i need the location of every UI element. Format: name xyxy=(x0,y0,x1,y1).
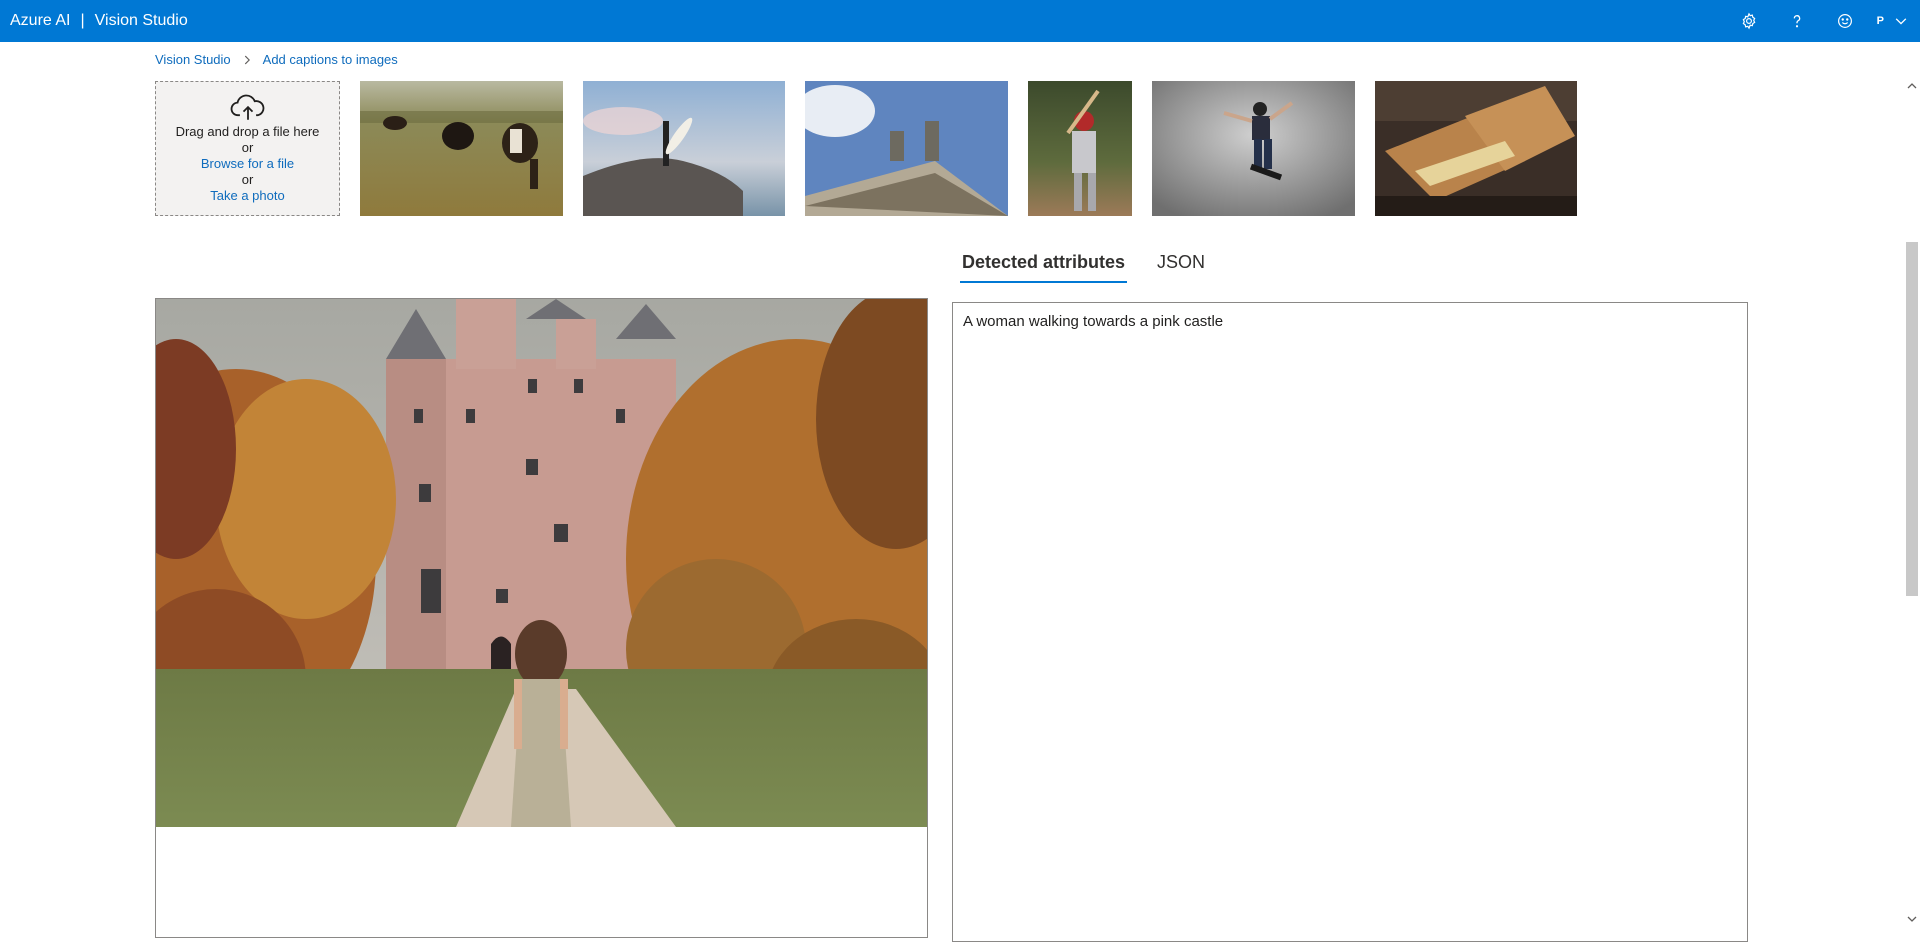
account-initial: P xyxy=(1876,15,1884,27)
product-name: Vision Studio xyxy=(94,12,188,29)
detected-attributes-panel: A woman walking towards a pink castle xyxy=(952,302,1748,942)
breadcrumb-vision-studio[interactable]: Vision Studio xyxy=(155,52,231,67)
top-actions: P xyxy=(1725,0,1920,42)
chevron-right-icon xyxy=(244,55,250,64)
caption-result: A woman walking towards a pink castle xyxy=(963,313,1224,330)
gear-icon xyxy=(1742,12,1756,30)
top-bar: Azure AI | Vision Studio P xyxy=(0,0,1920,42)
caret-up-icon xyxy=(1907,83,1916,89)
or-text: or xyxy=(241,172,254,187)
sample-image-cows[interactable] xyxy=(360,81,563,216)
sample-image-sandwich[interactable] xyxy=(1375,81,1577,216)
grilled-sandwich-image xyxy=(1375,81,1577,216)
sample-image-skateboarder[interactable] xyxy=(1152,81,1355,216)
feedback-smiley-icon xyxy=(1837,14,1852,28)
chevron-down-icon xyxy=(1895,18,1907,25)
help-icon xyxy=(1793,15,1800,28)
cows-grazing-image xyxy=(360,81,563,216)
app-brand[interactable]: Azure AI | Vision Studio xyxy=(10,12,188,30)
cloud-upload-icon xyxy=(230,94,264,120)
scroll-up-button[interactable] xyxy=(1903,78,1920,94)
caret-down-icon xyxy=(1907,916,1916,922)
result-tabs: Detected attributes JSON xyxy=(960,244,1207,283)
account-menu[interactable]: P xyxy=(1869,0,1920,42)
breadcrumb-add-captions[interactable]: Add captions to images xyxy=(263,52,398,67)
breadcrumb: Vision Studio Add captions to images xyxy=(155,52,398,67)
help-button[interactable] xyxy=(1773,0,1821,42)
building-statues-image xyxy=(805,81,1008,216)
brand-name: Azure AI xyxy=(10,12,71,29)
baseball-batter-image xyxy=(1028,81,1132,216)
scroll-thumb[interactable] xyxy=(1906,242,1918,596)
surfer-on-rock-image xyxy=(583,81,785,216)
sample-image-building[interactable] xyxy=(805,81,1008,216)
settings-button[interactable] xyxy=(1725,0,1773,42)
browse-file-link[interactable]: Browse for a file xyxy=(201,156,294,172)
tab-detected-attributes[interactable]: Detected attributes xyxy=(960,244,1128,283)
sample-image-baseball[interactable] xyxy=(1028,81,1132,216)
skateboarder-image xyxy=(1152,81,1355,216)
file-dropzone[interactable]: Drag and drop a file here or Browse for … xyxy=(155,81,340,216)
castle-photo xyxy=(156,299,927,827)
drag-drop-text: Drag and drop a file here xyxy=(175,124,320,139)
scroll-down-button[interactable] xyxy=(1903,911,1920,927)
take-photo-link[interactable]: Take a photo xyxy=(210,188,284,204)
feedback-button[interactable] xyxy=(1821,0,1869,42)
or-text: or xyxy=(241,140,254,155)
selected-image-panel xyxy=(155,298,928,938)
sample-image-surfer[interactable] xyxy=(583,81,785,216)
page-scrollbar[interactable] xyxy=(1903,78,1920,927)
brand-separator: | xyxy=(80,12,85,29)
tab-json[interactable]: JSON xyxy=(1155,244,1207,283)
